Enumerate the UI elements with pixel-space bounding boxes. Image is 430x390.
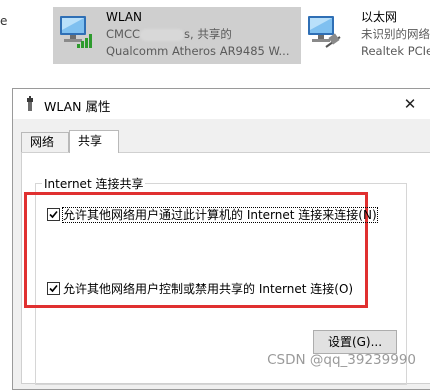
checkmark-icon	[49, 210, 58, 219]
clipped-text-fragment: e	[0, 14, 8, 28]
wireless-computer-icon	[60, 16, 92, 48]
wired-network-computer-icon	[308, 16, 341, 48]
allow-connect-label-main: 允许其他网络用户通过此计算机的 Internet 连接来连接	[63, 208, 359, 222]
close-button[interactable]: ✕	[399, 93, 421, 115]
ethernet-name: 以太网	[361, 10, 398, 24]
wlan-status-suffix: s, 共享的	[184, 27, 232, 41]
dialog-titlebar[interactable]: WLAN 属性 ✕	[13, 89, 430, 119]
group-title: Internet 连接共享	[42, 175, 146, 192]
wlan-status: CMCC s, 共享的	[106, 26, 290, 43]
allow-control-label-main: 允许其他网络用户控制或禁用共享的 Internet 连接	[63, 282, 335, 296]
wlan-connection-item[interactable]: WLAN CMCC s, 共享的 Qualcomm Atheros AR9485 …	[53, 7, 301, 64]
allow-connect-checkbox[interactable]	[47, 208, 60, 221]
tab-network[interactable]: 网络	[21, 132, 69, 152]
allow-connect-option[interactable]: 允许其他网络用户通过此计算机的 Internet 连接来连接(N)	[47, 206, 378, 223]
allow-control-option[interactable]: 允许其他网络用户控制或禁用共享的 Internet 连接(O)	[47, 280, 353, 297]
watermark-text: CSDN @qq_39239990	[267, 352, 416, 368]
ethernet-status: 未识别的网络	[361, 27, 430, 41]
redaction-blur	[140, 28, 185, 41]
network-connections-strip: e WLAN CMCC s, 共享的 Qualcomm Atheros AR948…	[0, 0, 430, 85]
ethernet-connection-item[interactable]: 以太网 未识别的网络 Realtek PCIe	[304, 7, 430, 64]
tab-sharing[interactable]: 共享	[69, 130, 119, 153]
allow-connect-mnemonic: (N)	[358, 208, 377, 222]
allow-control-mnemonic: (O)	[334, 282, 354, 296]
settings-button[interactable]: 设置(G)...	[313, 330, 397, 354]
dialog-title: WLAN 属性	[44, 99, 111, 114]
ethernet-adapter: Realtek PCIe	[361, 44, 430, 58]
wifi-adapter-icon	[27, 96, 33, 111]
wlan-adapter: Qualcomm Atheros AR9485 W...	[106, 44, 290, 58]
wlan-name: WLAN	[106, 10, 143, 24]
wlan-status-prefix: CMCC	[106, 27, 141, 41]
allow-connect-label: 允许其他网络用户通过此计算机的 Internet 连接来连接(N)	[62, 207, 378, 223]
allow-control-checkbox[interactable]	[47, 282, 60, 295]
checkmark-icon	[49, 284, 58, 293]
allow-control-label: 允许其他网络用户控制或禁用共享的 Internet 连接(O)	[63, 282, 353, 296]
